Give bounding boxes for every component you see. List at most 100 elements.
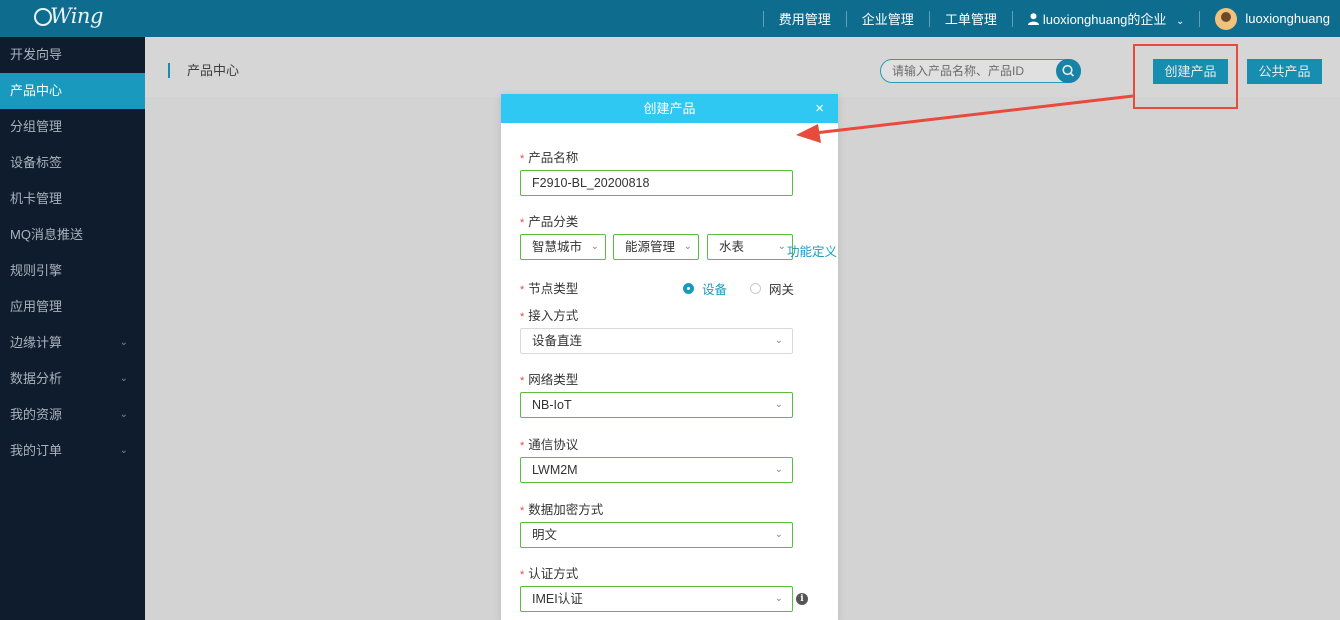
select-value: IMEI认证 (532, 592, 583, 606)
radio-unchecked-icon (750, 283, 761, 294)
select-value: 水表 (719, 240, 745, 254)
label-text: 通信协议 (528, 438, 579, 452)
user-icon (1027, 13, 1039, 25)
access-mode-select[interactable]: 设备直连 ⌄ (520, 328, 793, 354)
required-mark: * (520, 505, 525, 517)
sidebar-item-label: 应用管理 (10, 299, 63, 314)
sidebar-item-my-resources[interactable]: 我的资源 ⌄ (0, 397, 145, 433)
product-name-input[interactable]: F2910-BL_20200818 (520, 170, 793, 196)
node-type-device-radio[interactable]: 设备 (683, 279, 727, 298)
chevron-down-icon: ⌄ (590, 241, 599, 252)
chevron-down-icon: ⌄ (1176, 16, 1185, 27)
label-text: 认证方式 (528, 567, 579, 581)
label-text: 产品分类 (528, 215, 579, 229)
network-type-select[interactable]: NB-IoT ⌄ (520, 392, 793, 418)
nav-enterprise-management[interactable]: 企业管理 (847, 9, 929, 28)
sidebar-item-label: 分组管理 (10, 119, 63, 134)
label-text: 产品名称 (528, 151, 579, 165)
top-bar: Wing 费用管理 企业管理 工单管理 luoxionghuang的企业 ⌄ l… (0, 0, 1340, 37)
required-mark: * (520, 440, 525, 452)
auth-label: * 认证方式 (520, 563, 578, 582)
required-mark: * (520, 569, 525, 581)
chevron-down-icon: ⌄ (774, 593, 783, 604)
select-value: 明文 (532, 528, 558, 542)
access-mode-label: * 接入方式 (520, 305, 578, 324)
label-text: 数据加密方式 (528, 503, 604, 517)
label-text: 节点类型 (528, 282, 579, 296)
sidebar-item-edge-computing[interactable]: 边缘计算 ⌄ (0, 325, 145, 361)
enterprise-name: luoxionghuang的企业 (1042, 12, 1167, 27)
chevron-down-icon: ⌄ (119, 409, 128, 420)
close-icon[interactable]: × (815, 94, 824, 123)
auth-select[interactable]: IMEI认证 ⌄ (520, 586, 793, 612)
function-definition-link[interactable]: 功能定义 (787, 241, 837, 260)
modal-header: 创建产品 × (501, 94, 838, 123)
chevron-down-icon: ⌄ (774, 529, 783, 540)
sidebar-item-label: 开发向导 (10, 47, 63, 62)
radio-label: 设备 (702, 283, 728, 297)
sidebar-item-label: 数据分析 (10, 371, 63, 386)
select-value: 能源管理 (625, 240, 676, 254)
label-text: 网络类型 (528, 373, 579, 387)
chevron-down-icon: ⌄ (774, 464, 783, 475)
sidebar-item-device-tags[interactable]: 设备标签 (0, 145, 145, 181)
chevron-down-icon: ⌄ (119, 373, 128, 384)
required-mark: * (520, 284, 525, 296)
sidebar-item-mq-push[interactable]: MQ消息推送 (0, 217, 145, 253)
radio-checked-icon (683, 283, 694, 294)
select-value: 设备直连 (532, 334, 583, 348)
sidebar-item-groups[interactable]: 分组管理 (0, 109, 145, 145)
sidebar-item-dev-guide[interactable]: 开发向导 (0, 37, 145, 73)
protocol-label: * 通信协议 (520, 434, 578, 453)
top-nav: 费用管理 企业管理 工单管理 luoxionghuang的企业 ⌄ luoxio… (762, 0, 1340, 37)
annotation-highlight-box (1133, 44, 1238, 109)
user-menu[interactable]: luoxionghuang (1200, 7, 1340, 30)
select-value: NB-IoT (532, 398, 572, 412)
sidebar-item-label: 规则引擎 (10, 263, 63, 278)
node-type-label: * 节点类型 (520, 278, 578, 297)
encryption-select[interactable]: 明文 ⌄ (520, 522, 793, 548)
sidebar: 开发向导 产品中心 分组管理 设备标签 机卡管理 MQ消息推送 规则引擎 应用管… (0, 37, 145, 620)
select-value: LWM2M (532, 463, 578, 477)
sidebar-item-label: 设备标签 (10, 155, 63, 170)
sidebar-item-label: 产品中心 (10, 83, 63, 98)
required-mark: * (520, 311, 525, 323)
sidebar-item-data-analysis[interactable]: 数据分析 ⌄ (0, 361, 145, 397)
network-type-label: * 网络类型 (520, 369, 578, 388)
radio-label: 网关 (769, 283, 795, 297)
chevron-down-icon: ⌄ (774, 399, 783, 410)
protocol-select[interactable]: LWM2M ⌄ (520, 457, 793, 483)
nav-billing[interactable]: 费用管理 (764, 9, 846, 28)
category-label: * 产品分类 (520, 211, 578, 230)
required-mark: * (520, 153, 525, 165)
chevron-down-icon: ⌄ (774, 335, 783, 346)
sidebar-item-rules-engine[interactable]: 规则引擎 (0, 253, 145, 289)
product-name-label: * 产品名称 (520, 147, 578, 166)
required-mark: * (520, 217, 525, 229)
node-type-gateway-radio[interactable]: 网关 (750, 279, 794, 298)
sidebar-item-product-center[interactable]: 产品中心 (0, 73, 145, 109)
required-mark: * (520, 375, 525, 387)
nav-tickets[interactable]: 工单管理 (930, 9, 1012, 28)
chevron-down-icon: ⌄ (119, 337, 128, 348)
encryption-label: * 数据加密方式 (520, 499, 603, 518)
avatar (1215, 7, 1238, 30)
enterprise-switcher[interactable]: luoxionghuang的企业 ⌄ (1013, 9, 1200, 28)
sidebar-item-label: MQ消息推送 (10, 227, 83, 242)
select-value: 智慧城市 (532, 240, 583, 254)
sidebar-item-app-management[interactable]: 应用管理 (0, 289, 145, 325)
sidebar-item-label: 我的订单 (10, 443, 63, 458)
sidebar-item-label: 边缘计算 (10, 335, 63, 350)
chevron-down-icon: ⌄ (119, 445, 128, 456)
category-level1-select[interactable]: 智慧城市 ⌄ (520, 234, 606, 260)
sidebar-item-label: 我的资源 (10, 407, 63, 422)
sidebar-item-my-orders[interactable]: 我的订单 ⌄ (0, 433, 145, 469)
sidebar-item-sim-cards[interactable]: 机卡管理 (0, 181, 145, 217)
create-product-modal: 创建产品 × * 产品名称 F2910-BL_20200818 * 产品分类 智慧城… (501, 94, 838, 620)
modal-title: 创建产品 (643, 101, 696, 116)
brand-logo[interactable]: Wing (34, 4, 103, 28)
info-icon[interactable]: i (796, 593, 808, 605)
category-level3-select[interactable]: 水表 ⌄ (707, 234, 793, 260)
category-level2-select[interactable]: 能源管理 ⌄ (613, 234, 699, 260)
label-text: 接入方式 (528, 309, 579, 323)
